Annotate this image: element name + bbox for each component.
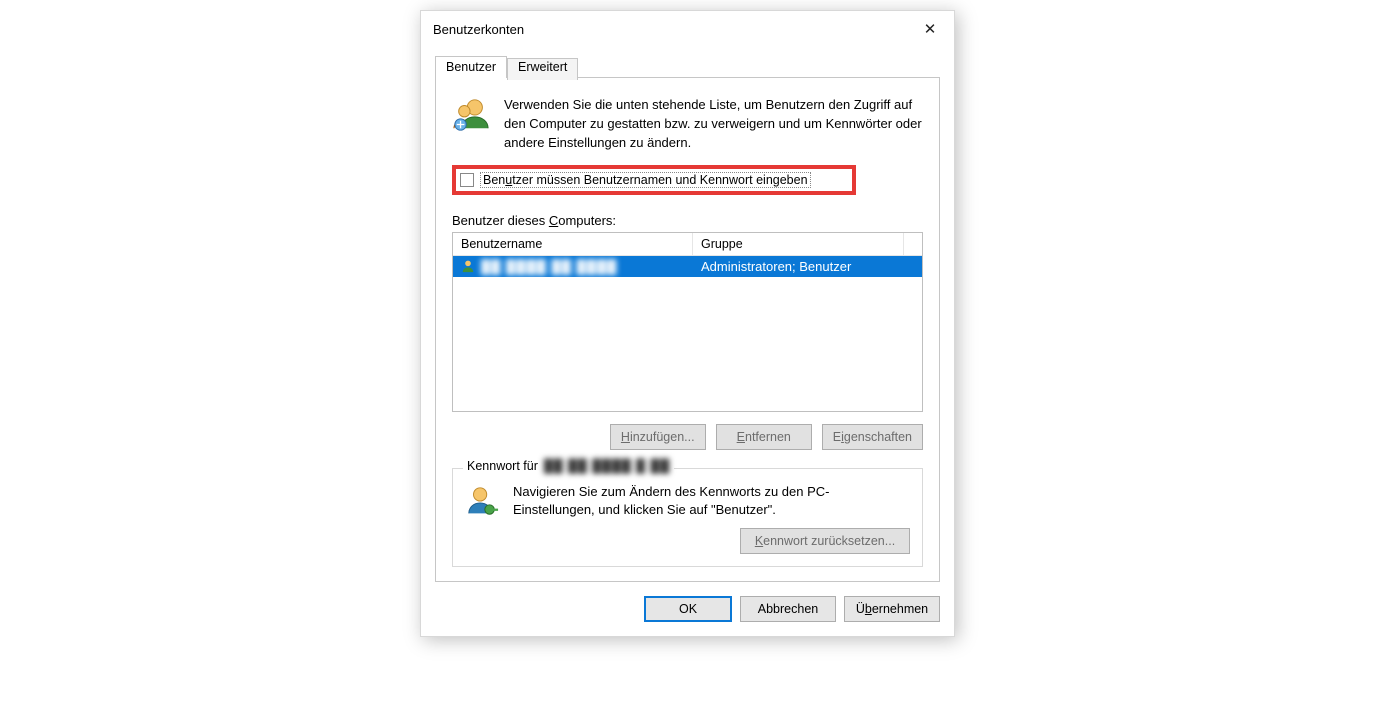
ok-button[interactable]: OK	[644, 596, 732, 622]
dialog-title: Benutzerkonten	[433, 22, 906, 37]
username-redacted: ██ ████ ██ ████	[481, 259, 617, 274]
cancel-button[interactable]: Abbrechen	[740, 596, 836, 622]
group-cell: Administratoren; Benutzer	[693, 259, 922, 274]
require-login-checkbox[interactable]	[460, 173, 474, 187]
table-row[interactable]: ██ ████ ██ ████ Administratoren; Benutze…	[453, 256, 922, 277]
password-group-legend: Kennwort für ██ ██ ████ █ ██	[463, 459, 674, 473]
user-key-icon	[465, 485, 499, 519]
tab-users[interactable]: Benutzer	[435, 56, 507, 78]
dialog-client-area: Benutzer Erweitert Verwenden Sie die unt…	[421, 47, 954, 636]
column-username[interactable]: Benutzername	[453, 233, 693, 256]
close-icon: ✕	[924, 20, 937, 38]
user-list-label: Benutzer dieses Computers:	[452, 213, 923, 228]
user-accounts-dialog: Benutzerkonten ✕ Benutzer Erweitert Verw…	[420, 10, 955, 637]
password-groupbox: Kennwort für ██ ██ ████ █ ██ Navigieren …	[452, 468, 923, 568]
add-user-button[interactable]: Hinzufügen...	[610, 424, 706, 450]
close-button[interactable]: ✕	[906, 11, 954, 47]
dialog-footer: OK Abbrechen Übernehmen	[435, 596, 940, 622]
tab-strip: Benutzer Erweitert	[435, 56, 940, 78]
require-login-label[interactable]: Benutzer müssen Benutzernamen und Kennwo…	[480, 172, 811, 188]
user-list-header: Benutzername Gruppe	[453, 233, 922, 256]
properties-button[interactable]: Eigenschaften	[822, 424, 923, 450]
user-row-icon	[461, 259, 475, 273]
tab-panel-users: Verwenden Sie die unten stehende Liste, …	[435, 77, 940, 582]
password-group-text: Navigieren Sie zum Ändern des Kennworts …	[513, 483, 910, 521]
column-group[interactable]: Gruppe	[693, 233, 904, 256]
require-login-highlight: Benutzer müssen Benutzernamen und Kennwo…	[452, 165, 856, 195]
remove-user-button[interactable]: Entfernen	[716, 424, 812, 450]
tab-advanced[interactable]: Erweitert	[507, 58, 578, 80]
apply-button[interactable]: Übernehmen	[844, 596, 940, 622]
titlebar[interactable]: Benutzerkonten ✕	[421, 11, 954, 47]
user-list[interactable]: Benutzername Gruppe ██ ████ ██ ████ Admi…	[452, 232, 923, 412]
reset-password-button[interactable]: Kennwort zurücksetzen...	[740, 528, 910, 554]
intro-text: Verwenden Sie die unten stehende Liste, …	[504, 96, 923, 153]
users-icon	[452, 96, 490, 134]
